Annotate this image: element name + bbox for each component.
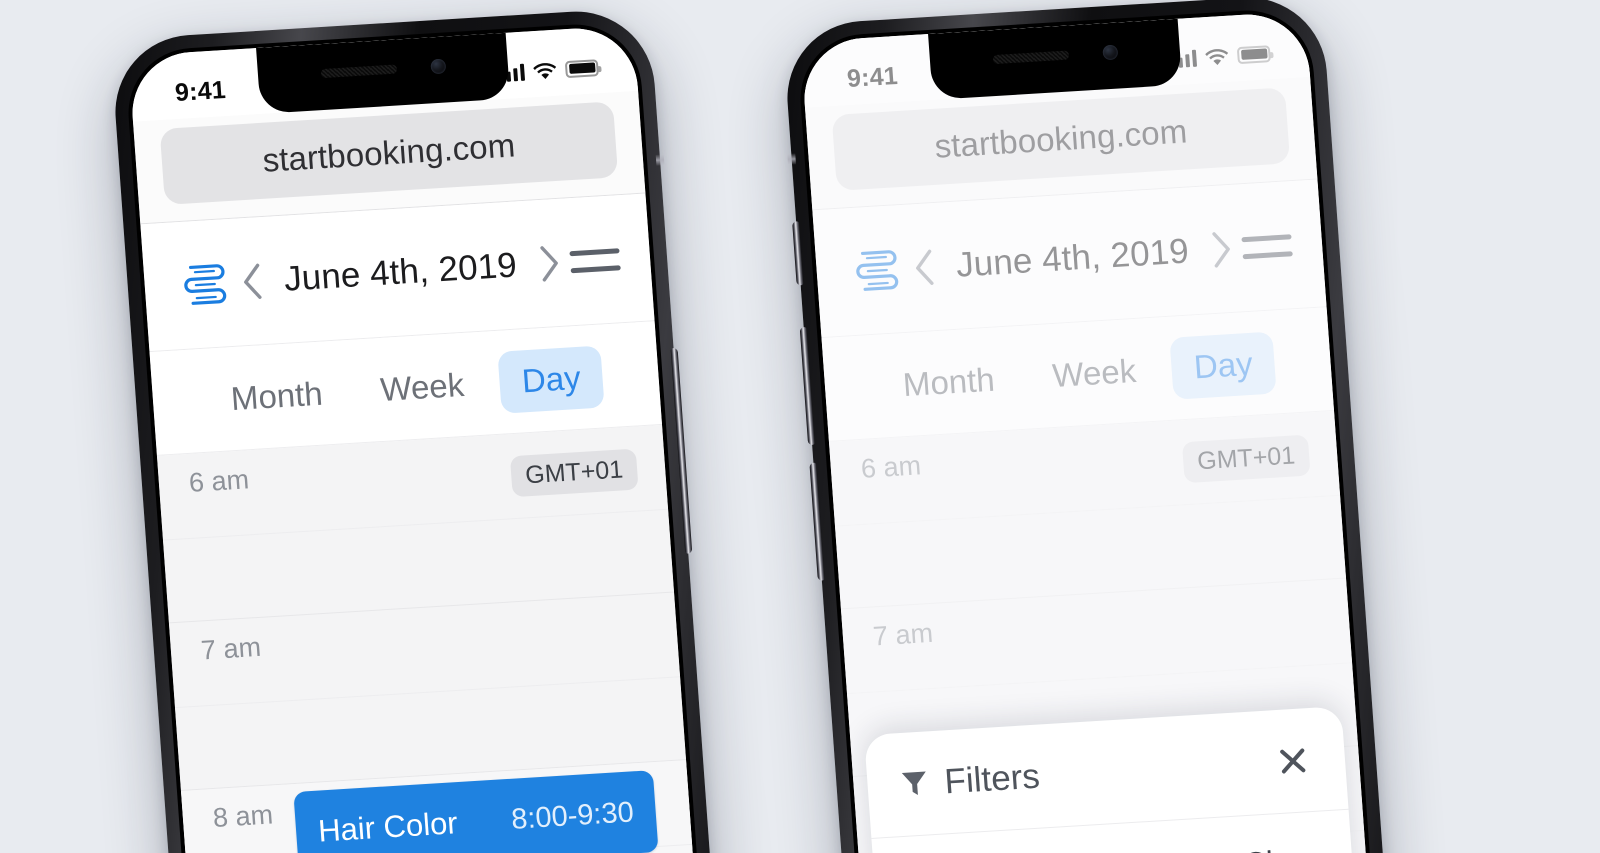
tab-day[interactable]: Day <box>497 345 605 414</box>
hour-label: 6 am <box>187 464 250 498</box>
hamburger-menu-icon[interactable] <box>569 247 621 273</box>
filters-title: Filters <box>943 756 1042 801</box>
hour-label: 8 am <box>211 799 274 834</box>
hour-row[interactable]: 7 am <box>168 592 687 791</box>
right-phone-bezel: 9:41 startbooking.com June 4th, 2019 Mon… <box>795 6 1389 853</box>
startbooking-logo-icon[interactable] <box>849 243 905 298</box>
day-calendar-grid: GMT+01 6 am 7 am 8 am Hair Color 8:00-9:… <box>156 424 712 853</box>
hamburger-menu-icon[interactable] <box>1241 233 1293 259</box>
calendar-event[interactable]: Hair Color 8:00-9:30 <box>293 770 659 853</box>
tab-week[interactable]: Week <box>1028 338 1160 408</box>
wifi-icon <box>533 61 557 79</box>
tab-week[interactable]: Week <box>356 352 488 422</box>
status-bar-indicators <box>1170 44 1271 68</box>
earpiece-speaker-icon <box>320 64 397 78</box>
battery-full-icon <box>564 58 599 78</box>
url-text: startbooking.com <box>261 126 517 179</box>
antenna-band <box>787 153 797 165</box>
half-hour-divider <box>162 508 669 541</box>
right-phone-screen: 9:41 startbooking.com June 4th, 2019 Mon… <box>800 10 1384 853</box>
tab-month[interactable]: Month <box>879 347 1019 417</box>
screenshot-stage: 9:41 startbooking.com June 4th, 2019 Mon… <box>0 0 1600 853</box>
mute-switch-button[interactable] <box>792 221 804 286</box>
left-phone-screen: 9:41 startbooking.com June 4th, 2019 Mon… <box>128 24 712 853</box>
status-bar-indicators <box>498 58 599 82</box>
url-text: startbooking.com <box>933 112 1189 165</box>
timezone-badge: GMT+01 <box>509 448 639 498</box>
tab-month[interactable]: Month <box>207 361 347 431</box>
battery-full-icon <box>1236 44 1271 64</box>
front-camera-icon <box>1101 44 1118 60</box>
date-navigator: June 4th, 2019 <box>901 228 1243 289</box>
timezone-badge: GMT+01 <box>1181 434 1311 484</box>
hour-label: 6 am <box>859 450 922 484</box>
half-hour-divider <box>846 661 1353 694</box>
event-time: 8:00-9:30 <box>510 795 635 836</box>
startbooking-logo-icon[interactable] <box>177 257 233 312</box>
half-hour-divider <box>834 494 1341 527</box>
status-bar-time: 9:41 <box>174 75 227 107</box>
power-button[interactable] <box>670 347 693 554</box>
status-bar-time: 9:41 <box>846 61 899 93</box>
antenna-band <box>655 154 665 166</box>
event-title: Hair Color <box>316 805 459 849</box>
chevron-right-icon[interactable] <box>1209 229 1234 268</box>
filter-funnel-icon <box>901 769 929 799</box>
clear-filters-button[interactable]: Clear <box>1243 842 1320 853</box>
chevron-left-icon[interactable] <box>239 262 264 301</box>
wifi-icon <box>1205 47 1229 65</box>
date-navigator: June 4th, 2019 <box>229 242 571 303</box>
front-camera-icon <box>429 58 446 74</box>
volume-up-button[interactable] <box>799 326 816 446</box>
hour-label: 7 am <box>199 631 262 666</box>
url-input[interactable]: startbooking.com <box>831 87 1291 191</box>
chevron-left-icon[interactable] <box>911 248 936 287</box>
close-x-icon[interactable] <box>1274 742 1313 780</box>
chevron-right-icon[interactable] <box>537 243 562 282</box>
left-phone-device: 9:41 startbooking.com June 4th, 2019 Mon… <box>110 6 730 853</box>
current-date-label: June 4th, 2019 <box>954 231 1191 285</box>
volume-down-button[interactable] <box>809 462 825 581</box>
right-phone-device: 9:41 startbooking.com June 4th, 2019 Mon… <box>782 0 1402 853</box>
url-input[interactable]: startbooking.com <box>159 101 619 205</box>
half-hour-divider <box>174 675 681 708</box>
earpiece-speaker-icon <box>992 50 1069 64</box>
left-phone-bezel: 9:41 startbooking.com June 4th, 2019 Mon… <box>123 20 717 853</box>
current-date-label: June 4th, 2019 <box>282 245 519 299</box>
hour-label: 7 am <box>871 617 934 652</box>
tab-day[interactable]: Day <box>1169 331 1277 400</box>
